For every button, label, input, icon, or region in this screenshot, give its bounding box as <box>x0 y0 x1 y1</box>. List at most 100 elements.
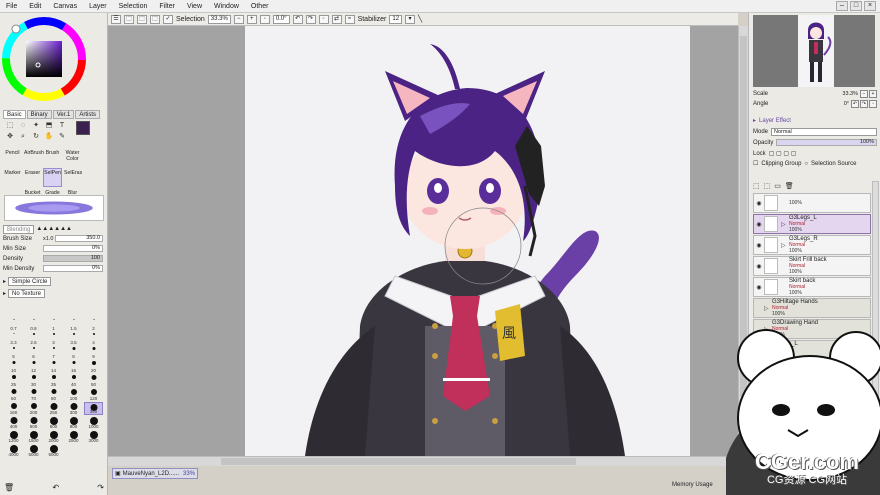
brush-size-preset[interactable]: 80 <box>44 388 63 401</box>
document-tab[interactable]: ▣ MauveNyan_L2D...... 33% <box>112 468 198 479</box>
menu-window[interactable]: Window <box>208 3 245 10</box>
clipping-checkbox[interactable]: ☐ <box>753 160 758 167</box>
minimize-icon[interactable]: – <box>836 1 848 11</box>
brush-size-preset[interactable]: 40 <box>64 374 83 387</box>
brush-tool[interactable] <box>83 168 102 187</box>
new-folder-icon[interactable]: ▭ <box>774 182 781 190</box>
zoom-reset-button[interactable]: ◦ <box>259 14 270 24</box>
zoom-icon[interactable]: ⌕ <box>17 132 29 142</box>
menu-file[interactable]: File <box>0 3 23 10</box>
text-tool-icon[interactable]: T <box>56 121 68 131</box>
blend-mode-dropdown[interactable]: Blending <box>3 224 35 234</box>
canvas-page[interactable]: 風 <box>245 26 690 456</box>
undo-icon[interactable]: ↶ <box>52 483 59 493</box>
hand-icon[interactable]: ✋ <box>43 132 55 142</box>
layer-row[interactable]: ◉ Skirt Frill back Normal 100% <box>753 256 871 276</box>
brush-tool[interactable]: SelPen <box>43 168 62 187</box>
layer-effect-header[interactable]: ▸ Layer Effect <box>753 116 877 125</box>
flip-horizontal-button[interactable]: ⇄ <box>331 14 342 24</box>
selection-source-checkbox[interactable]: ○ <box>804 161 808 167</box>
brush-size-preset[interactable]: 2500 <box>64 430 83 443</box>
brush-tool[interactable] <box>83 148 102 167</box>
horizontal-scroll-thumb[interactable] <box>221 458 576 465</box>
menu-layer[interactable]: Layer <box>83 3 113 10</box>
layer-row[interactable]: ◉ Skirt back Normal 100% <box>753 277 871 297</box>
rotate-left-button[interactable]: ↶ <box>292 14 303 24</box>
lock-icons[interactable]: ▢ ▢ ▢ ▢ <box>769 150 797 157</box>
tab-ver1[interactable]: Ver.1 <box>52 110 75 119</box>
layer-visibility-icon[interactable]: ◉ <box>754 263 764 270</box>
menu-selection[interactable]: Selection <box>113 3 154 10</box>
brush-size-preset[interactable]: 0.7 <box>4 318 23 331</box>
trash-icon[interactable]: 🗑 <box>4 483 14 493</box>
brush-size-preset[interactable]: 0.8 <box>24 318 43 331</box>
brush-size-slider[interactable]: 350.0 <box>55 235 103 242</box>
brush-size-preset[interactable]: 5 <box>4 346 23 359</box>
deselect-icon[interactable]: ⬚ <box>137 14 147 24</box>
delete-layer-icon[interactable]: 🗑 <box>785 182 794 190</box>
brush-size-preset[interactable]: 800 <box>64 416 83 429</box>
brush-size-preset[interactable]: 5000 <box>44 444 63 457</box>
layer-row[interactable]: ◉ ▷ G3Legs_L Normal 100% <box>753 214 871 234</box>
brush-size-preset[interactable]: 250 <box>44 402 63 415</box>
scale-zoom-in-icon[interactable]: + <box>869 89 877 98</box>
current-color-swatch[interactable] <box>76 121 90 135</box>
canvas-horizontal-scrollbar[interactable] <box>108 456 738 466</box>
rotation-field[interactable]: 0.0° <box>272 14 290 24</box>
tab-basic[interactable]: Basic <box>3 110 26 119</box>
brush-size-preset[interactable]: 4 <box>84 332 103 345</box>
brush-size-preset[interactable]: 100 <box>64 388 83 401</box>
brush-size-preset[interactable]: 70 <box>24 388 43 401</box>
angle-value[interactable]: 0° <box>844 101 849 107</box>
brush-size-preset[interactable]: 600 <box>44 416 63 429</box>
brush-size-preset[interactable]: 3000 <box>84 430 103 443</box>
layer-visibility-icon[interactable]: ◉ <box>754 221 764 228</box>
brush-size-preset[interactable]: 25 <box>4 374 23 387</box>
layer-visibility-icon[interactable]: ◉ <box>754 200 764 207</box>
brush-size-preset[interactable]: 35 <box>44 374 63 387</box>
layer-expand-icon[interactable]: ▷ <box>781 242 789 249</box>
brush-size-preset[interactable]: 1.5 <box>64 318 83 331</box>
menu-filter[interactable]: Filter <box>153 3 181 10</box>
brush-size-mult[interactable]: x1.0 <box>43 236 53 242</box>
redo-icon[interactable]: ↷ <box>97 483 104 493</box>
brush-shape-icons[interactable]: ▲▲▲▲▲▲ <box>36 226 72 232</box>
texture-dropdown[interactable]: No Texture <box>8 288 45 298</box>
brush-size-preset[interactable]: 500 <box>24 416 43 429</box>
menu-canvas[interactable]: Canvas <box>47 3 83 10</box>
menu-view[interactable]: View <box>181 3 208 10</box>
brush-size-preset[interactable]: 1000 <box>84 416 103 429</box>
layer-expand-icon[interactable]: ▷ <box>781 221 789 228</box>
lasso-icon[interactable]: ◌ <box>17 121 29 131</box>
eyedropper-icon[interactable]: ✎ <box>56 132 68 142</box>
brush-size-preset[interactable]: 14 <box>44 360 63 373</box>
brush-size-preset[interactable]: 4000 <box>4 444 23 457</box>
zoom-in-button[interactable]: + <box>246 14 257 24</box>
brush-size-preset[interactable]: 1 <box>44 318 63 331</box>
rotate-reset-button[interactable]: ◦ <box>318 14 329 24</box>
layer-row[interactable]: ◉ 100% <box>753 193 871 213</box>
new-linework-icon[interactable]: ⬚ <box>764 182 771 190</box>
brush-size-preset[interactable]: 20 <box>84 360 103 373</box>
angle-reset-icon[interactable]: ◦ <box>869 99 877 108</box>
layer-row[interactable]: ◉ ▷ G3Legs_R Normal 100% <box>753 235 871 255</box>
layer-visibility-icon[interactable]: ◉ <box>754 284 764 291</box>
brush-size-preset[interactable]: 2.6 <box>24 332 43 345</box>
zoom-field[interactable]: 33.3% <box>207 14 231 24</box>
menu-other[interactable]: Other <box>245 3 275 10</box>
new-layer-icon[interactable]: ⬚ <box>753 182 760 190</box>
magic-wand-icon[interactable]: ✦ <box>30 121 42 131</box>
shape-dropdown[interactable]: Simple Circle <box>8 276 52 286</box>
layer-row[interactable]: ▷ G3Hiltage Hands Normal 100% <box>753 298 871 318</box>
brush-size-preset[interactable]: 1200 <box>4 430 23 443</box>
brush-tool[interactable]: Water Color <box>63 148 82 167</box>
straight-line-icon[interactable]: ╲ <box>418 15 422 23</box>
brush-size-preset[interactable]: 12 <box>24 360 43 373</box>
brush-size-preset[interactable]: 7 <box>44 346 63 359</box>
brush-size-preset[interactable]: 30 <box>24 374 43 387</box>
maximize-icon[interactable]: □ <box>850 1 862 11</box>
brush-size-preset[interactable]: 400 <box>4 416 23 429</box>
brush-size-preset[interactable]: 10 <box>4 360 23 373</box>
brush-size-preset[interactable]: 3 <box>44 332 63 345</box>
color-wheel[interactable] <box>2 15 106 119</box>
